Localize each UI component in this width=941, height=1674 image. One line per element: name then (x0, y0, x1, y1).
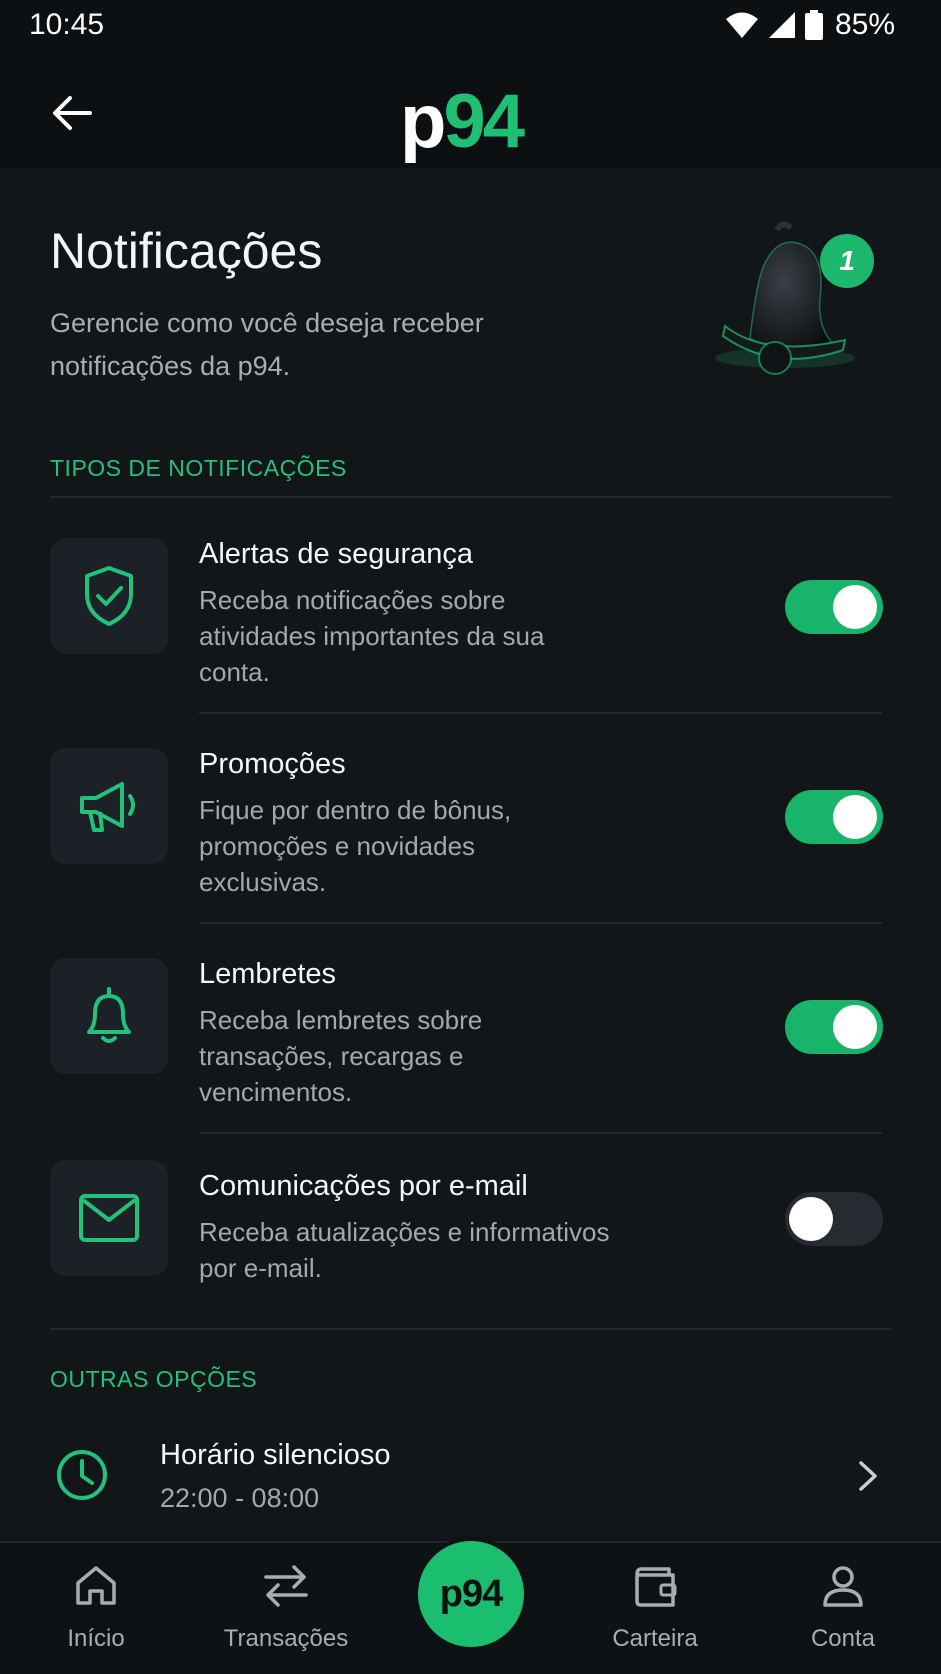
reminders-toggle[interactable] (785, 1000, 883, 1054)
section-label-other: OUTRAS OPÇÕES (50, 1366, 258, 1392)
row-description: Receba atualizações e informativos por e… (199, 1217, 610, 1283)
icon-tile (50, 958, 168, 1074)
nav-item-home[interactable]: Início (21, 1543, 171, 1674)
battery-percentage: 85% (834, 8, 895, 41)
status-bar: 10:45 85% (0, 0, 941, 56)
row-description: Fique por dentro de bônus, promoções e n… (199, 795, 512, 897)
status-icons: 85% (725, 8, 895, 42)
nav-label: Conta (810, 1625, 876, 1652)
nav-center-p94-button[interactable]: p94 (418, 1541, 524, 1647)
megaphone-icon (80, 782, 135, 832)
wifi-icon (725, 12, 758, 38)
nav-label: Início (67, 1625, 125, 1652)
user-icon (823, 1566, 863, 1607)
row-title: Comunicações por e-mail (199, 1170, 528, 1202)
promotions-toggle[interactable] (785, 790, 883, 844)
back-button[interactable] (42, 86, 102, 140)
cell-signal-icon (768, 12, 795, 38)
icon-tile (50, 1160, 168, 1276)
row-divider (199, 922, 882, 924)
toggle-knob (789, 1197, 833, 1241)
quiet-hours-value: 22:00 - 08:00 (160, 1483, 320, 1513)
toggle-knob (833, 795, 877, 839)
quiet-hours-row[interactable]: Horário silencioso 22:00 - 08:00 (50, 1425, 891, 1515)
home-icon (76, 1566, 116, 1605)
notification-row-reminders: Lembretes Receba lembretes sobre transaç… (50, 958, 891, 1128)
notification-count-badge: 1 (820, 234, 874, 288)
email-communications-toggle[interactable] (785, 1192, 883, 1246)
clock-icon (57, 1450, 107, 1500)
nav-item-wallet[interactable]: Carteira (580, 1543, 730, 1674)
row-title: Promoções (199, 748, 346, 780)
row-title: Alertas de segurança (199, 538, 474, 570)
bell-icon (87, 987, 131, 1043)
nav-item-transactions[interactable]: Transações (211, 1543, 361, 1674)
security-alerts-toggle[interactable] (785, 580, 883, 634)
notification-row-security: Alertas de segurança Receba notificações… (50, 538, 891, 708)
shield-check-icon (85, 566, 133, 626)
page-title: Notificações (50, 223, 323, 279)
p94-logo: p94 (400, 79, 525, 164)
mail-icon (79, 1194, 139, 1242)
section-divider (50, 496, 891, 498)
arrow-left-icon (53, 96, 92, 130)
notification-row-email: Comunicações por e-mail Receba atualizaç… (50, 1160, 891, 1290)
quiet-hours-title: Horário silencioso (160, 1439, 391, 1471)
page-subtitle: Gerencie como você deseja receber notifi… (50, 308, 484, 381)
section-label-types: TIPOS DE NOTIFICAÇÕES (50, 455, 347, 481)
battery-icon (804, 10, 823, 40)
icon-tile (50, 538, 168, 654)
app-bar: p94 (0, 56, 941, 168)
row-divider (199, 1132, 882, 1134)
nav-label: Carteira (612, 1625, 698, 1652)
section-divider (50, 1328, 891, 1330)
chevron-right-icon (859, 1461, 877, 1491)
wallet-icon (635, 1567, 677, 1607)
icon-tile (50, 748, 168, 864)
status-time: 10:45 (29, 8, 105, 41)
notification-row-promotions: Promoções Fique por dentro de bônus, pro… (50, 748, 891, 918)
row-title: Lembretes (199, 958, 337, 990)
row-description: Receba notificações sobre atividades imp… (199, 585, 545, 687)
transfer-arrows-icon (264, 1565, 308, 1607)
toggle-knob (833, 1005, 877, 1049)
row-divider (199, 712, 882, 714)
nav-item-account[interactable]: Conta (768, 1543, 918, 1674)
row-description: Receba lembretes sobre transações, recar… (199, 1005, 483, 1107)
toggle-knob (833, 585, 877, 629)
nav-label: Transações (223, 1625, 349, 1652)
